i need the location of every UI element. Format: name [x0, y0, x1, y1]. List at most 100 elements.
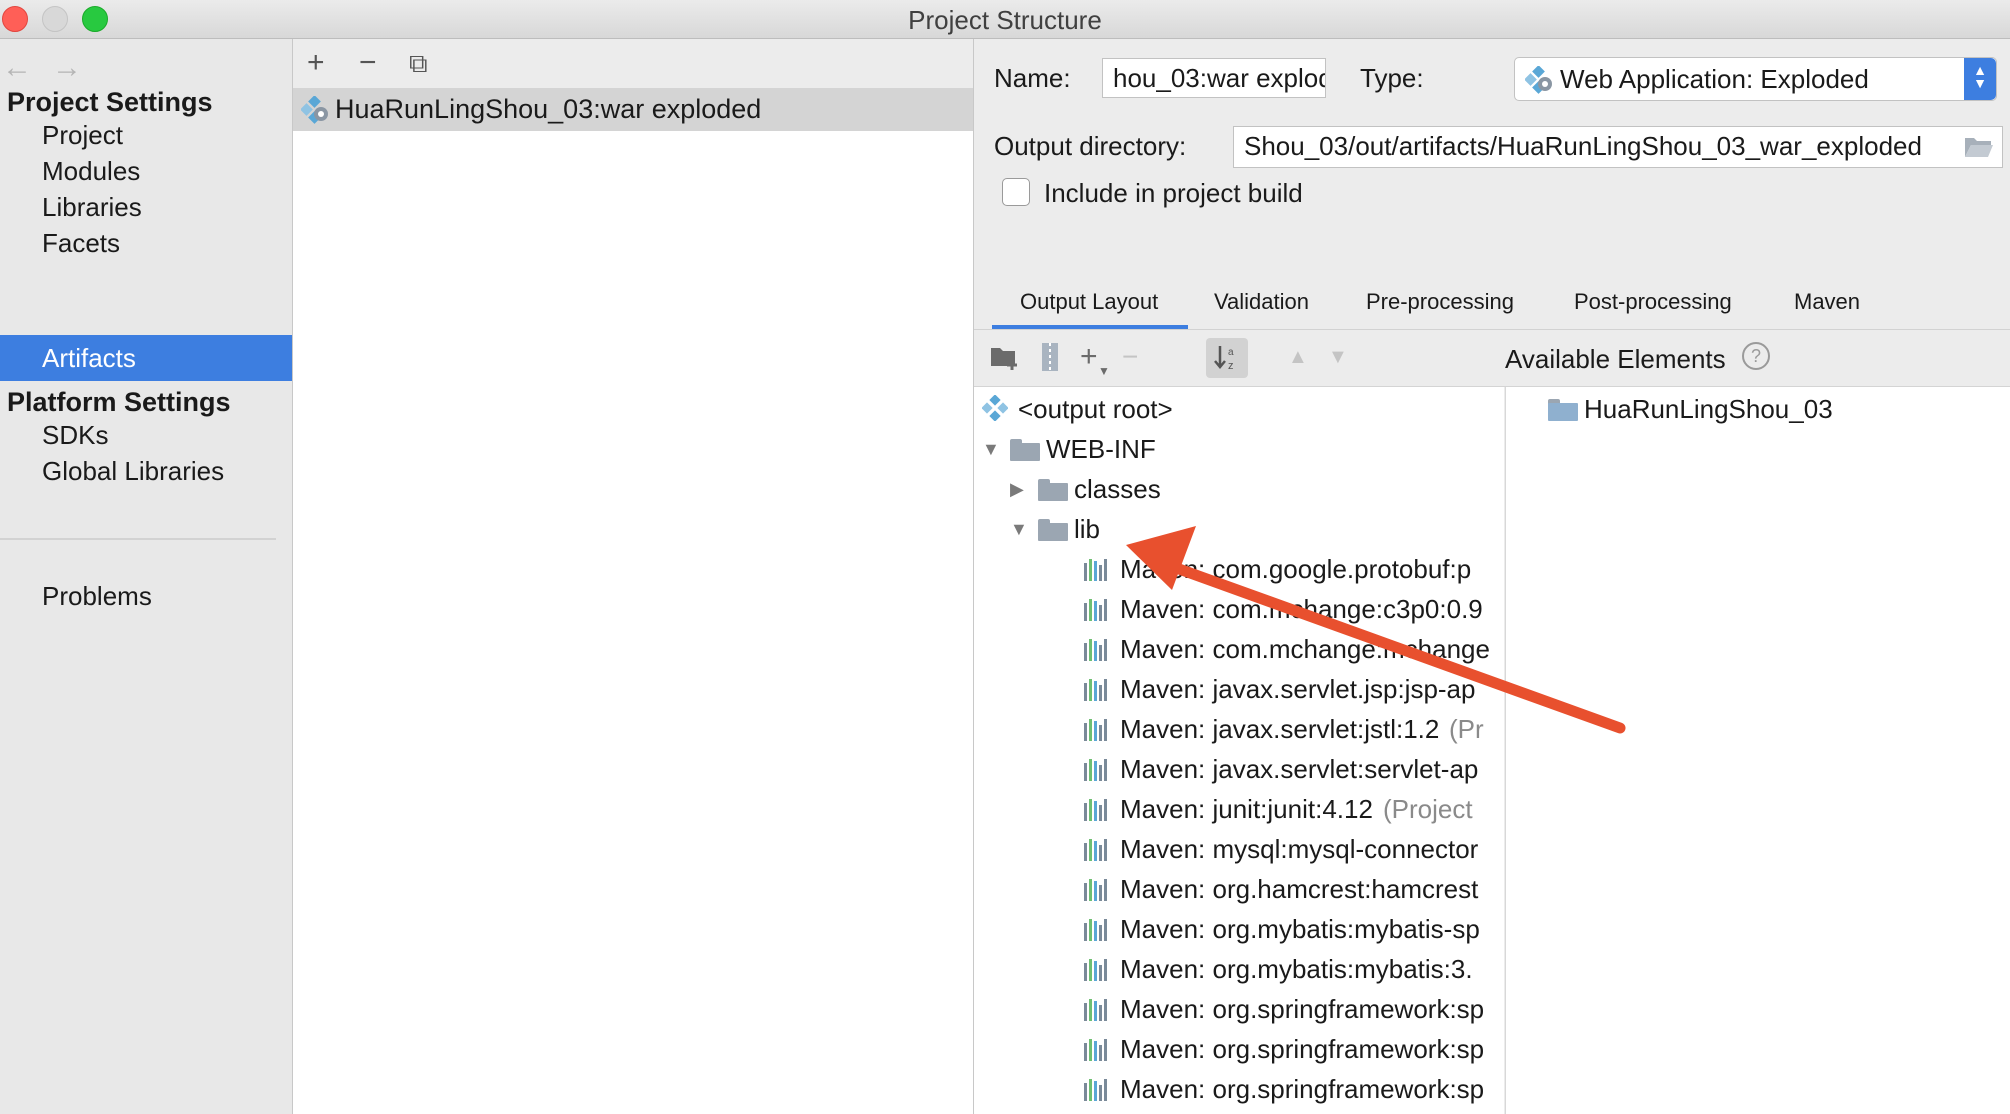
library-tree-item-label: Maven: org.springframework:sp — [1120, 994, 1485, 1024]
settings-sidebar: ← → Project Settings Project Modules Lib… — [0, 39, 293, 1114]
sidebar-item-artifacts[interactable]: Artifacts — [0, 335, 292, 381]
library-tree-item[interactable]: Maven: org.springframework:sp — [1084, 1029, 1504, 1069]
library-tree-item-label: Maven: javax.servlet.jsp:jsp-ap — [1120, 674, 1476, 704]
tree-node-lib[interactable]: ▼ lib — [1010, 509, 1500, 549]
tree-node-classes[interactable]: ▶ classes — [1010, 469, 1500, 509]
artifact-list-item[interactable]: HuaRunLingShou_03:war exploded — [293, 89, 973, 131]
library-icon — [1084, 559, 1110, 581]
folder-icon — [1010, 439, 1040, 461]
library-icon — [1084, 919, 1110, 941]
library-tree-item[interactable]: Maven: org.springframework:sp — [1084, 989, 1504, 1029]
arrow-right-icon[interactable]: → — [52, 51, 82, 85]
library-tree-item[interactable]: Maven: org.mybatis:mybatis-sp — [1084, 909, 1504, 949]
library-tree-item[interactable]: Maven: org.springframework:sp — [1084, 1069, 1504, 1109]
output-directory-field[interactable]: Shou_03/out/artifacts/HuaRunLingShou_03_… — [1233, 126, 2003, 168]
sort-alpha-icon: a z — [1214, 346, 1234, 372]
library-icon — [1084, 719, 1110, 741]
library-tree-item-label: Maven: mysql:mysql-connector — [1120, 834, 1479, 864]
tab-validation[interactable]: Validation — [1214, 289, 1309, 315]
type-select[interactable]: Web Application: Exploded ▲ ▼ — [1514, 57, 1997, 101]
library-tree-item-label: Maven: javax.servlet:jstl:1.2 — [1120, 714, 1440, 744]
tab-pre-processing[interactable]: Pre-processing — [1366, 289, 1514, 315]
type-select-value: Web Application: Exploded — [1560, 64, 1869, 94]
tree-node-label: WEB-INF — [1046, 434, 1156, 464]
output-directory-label: Output directory: — [994, 131, 1187, 161]
sidebar-item-problems[interactable]: Problems — [0, 573, 292, 619]
library-tree-item[interactable]: Maven: junit:junit:4.12 (Project — [1084, 789, 1504, 829]
library-tree-item[interactable]: Maven: javax.servlet.jsp:jsp-ap — [1084, 669, 1504, 709]
expanded-twisty-icon[interactable]: ▼ — [1010, 509, 1028, 549]
library-icon — [1084, 679, 1110, 701]
library-tree-item[interactable]: Maven: org.mybatis:mybatis:3. — [1084, 949, 1504, 989]
svg-text:z: z — [1228, 360, 1234, 372]
name-label: Name: — [994, 63, 1071, 93]
tab-maven[interactable]: Maven — [1794, 289, 1860, 315]
library-tree-item-label: Maven: org.mybatis:mybatis:3. — [1120, 954, 1473, 984]
library-tree-item[interactable]: Maven: com.google.protobuf:p — [1084, 549, 1504, 589]
library-tree-item[interactable]: Maven: org.hamcrest:hamcrest — [1084, 869, 1504, 909]
arrow-left-icon[interactable]: ← — [2, 51, 32, 85]
sidebar-item-global-libraries[interactable]: Global Libraries — [0, 448, 292, 494]
library-tree-item[interactable]: Maven: mysql:mysql-connector — [1084, 829, 1504, 869]
remove-artifact-button[interactable]: − — [359, 45, 377, 81]
tree-node-web-inf[interactable]: ▼ WEB-INF — [982, 429, 1502, 469]
chevron-down-icon: ▼ — [1098, 364, 1110, 378]
artifact-editor: Name: hou_03:war exploded Type: Web Appl… — [974, 39, 2010, 1114]
name-field[interactable]: hou_03:war exploded — [1102, 58, 1326, 98]
available-module-item[interactable]: HuaRunLingShou_03 — [1548, 389, 1988, 429]
sidebar-item-facets[interactable]: Facets — [0, 220, 292, 266]
library-tree-item-label: Maven: org.mybatis:mybatis-sp — [1120, 914, 1480, 944]
library-tree-item-label: Maven: javax.servlet:servlet-ap — [1120, 754, 1479, 784]
chevron-updown-icon: ▲ ▼ — [1964, 58, 1996, 100]
sort-elements-button[interactable]: a z — [1206, 338, 1248, 378]
sidebar-divider — [0, 538, 276, 540]
tab-output-layout[interactable]: Output Layout — [1020, 289, 1158, 315]
library-tree-item-label: Maven: org.springframework:sp — [1120, 1074, 1485, 1104]
archive-icon[interactable] — [1040, 342, 1060, 372]
available-elements-panel[interactable]: HuaRunLingShou_03 — [1505, 387, 2010, 1114]
collapsed-twisty-icon[interactable]: ▶ — [1010, 469, 1024, 509]
copy-artifact-button[interactable]: ⧉ — [409, 45, 428, 81]
output-layout-tree[interactable]: <output root> ▼ WEB-INF ▶ classes ▼ lib … — [974, 387, 1504, 1114]
library-icon — [1084, 799, 1110, 821]
folder-icon — [1038, 479, 1068, 501]
library-icon — [1084, 839, 1110, 861]
tree-node-label: <output root> — [1018, 394, 1173, 424]
artifact-list-item-label: HuaRunLingShou_03:war exploded — [335, 94, 762, 124]
library-tree-item-label: Maven: com.mchange:c3p0:0.9 — [1120, 594, 1483, 624]
folder-open-icon[interactable] — [1964, 135, 1994, 159]
add-copy-of-button[interactable]: + — [1080, 342, 1098, 372]
expanded-twisty-icon[interactable]: ▼ — [982, 429, 1000, 469]
library-icon — [1084, 759, 1110, 781]
library-scope-label: (Project — [1383, 794, 1473, 824]
module-folder-icon — [1548, 399, 1578, 421]
output-directory-value: Shou_03/out/artifacts/HuaRunLingShou_03_… — [1244, 131, 1922, 161]
tab-post-processing[interactable]: Post-processing — [1574, 289, 1732, 315]
library-tree-item[interactable]: Maven: com.mchange:mchange — [1084, 629, 1504, 669]
library-tree-item[interactable]: Maven: javax.servlet:servlet-ap — [1084, 749, 1504, 789]
help-icon[interactable]: ? — [1742, 342, 1770, 370]
new-directory-icon[interactable] — [990, 346, 1020, 370]
web-artifact-icon — [301, 96, 328, 124]
add-artifact-button[interactable]: + — [307, 45, 325, 81]
library-tree-item[interactable]: Maven: com.mchange:c3p0:0.9 — [1084, 589, 1504, 629]
available-elements-title: Available Elements — [1505, 344, 1726, 374]
library-tree-item[interactable]: Maven: javax.servlet:jstl:1.2 (Pr — [1084, 709, 1504, 749]
remove-element-button[interactable]: − — [1122, 342, 1138, 372]
library-icon — [1084, 1079, 1110, 1101]
library-icon — [1084, 959, 1110, 981]
move-down-icon[interactable]: ▼ — [1328, 342, 1348, 372]
artifact-list-panel: + − ⧉ HuaRunLingShou_03:war exploded — [293, 39, 974, 1114]
library-icon — [1084, 999, 1110, 1021]
include-in-build-checkbox[interactable] — [1002, 178, 1030, 206]
library-icon — [1084, 639, 1110, 661]
move-up-icon[interactable]: ▲ — [1288, 342, 1308, 372]
tree-node-label: classes — [1074, 474, 1161, 504]
library-icon — [1084, 599, 1110, 621]
tree-node-output-root[interactable]: <output root> — [982, 389, 1502, 429]
artifact-list-toolbar: + − ⧉ — [293, 39, 973, 89]
layout-toolbar: + ▼ − a z ▲ ▼ Available Elements ? — [974, 330, 2010, 387]
library-tree-item-label: Maven: org.hamcrest:hamcrest — [1120, 874, 1479, 904]
window-title: Project Structure — [908, 5, 1102, 35]
folder-icon — [1038, 519, 1068, 541]
